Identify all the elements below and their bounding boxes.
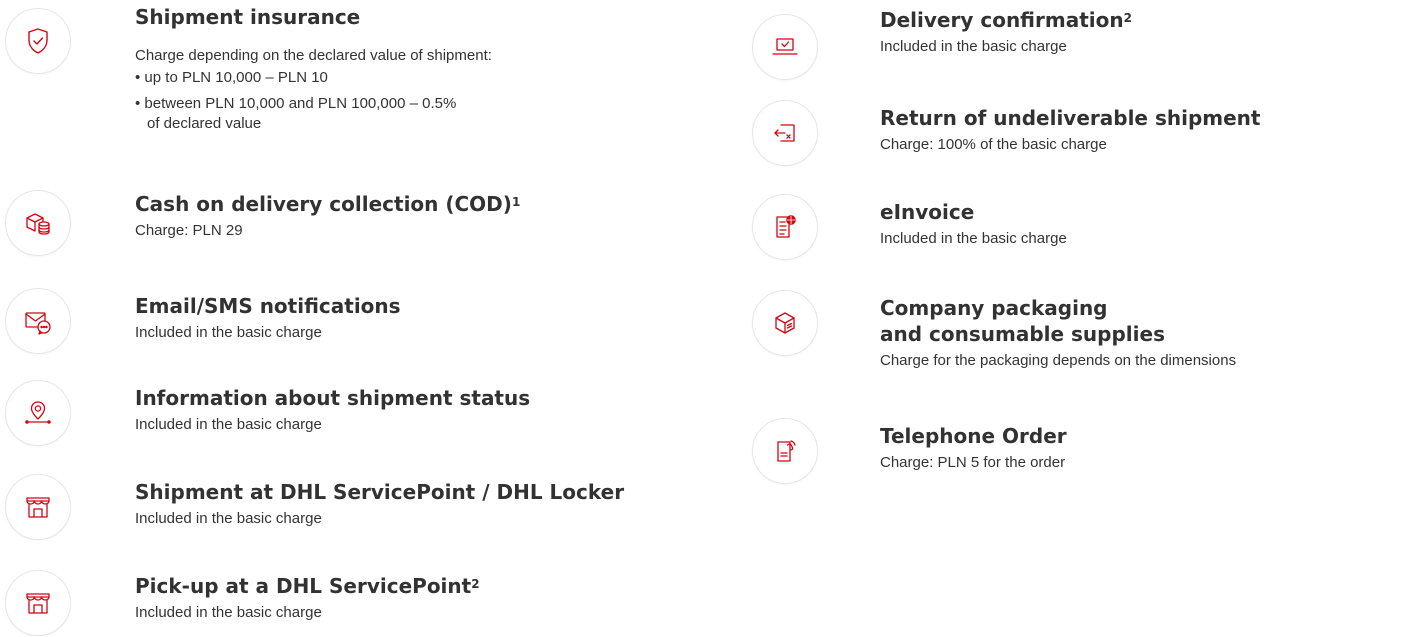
service-description: Included in the basic charge	[135, 416, 322, 433]
shield-check-icon	[5, 8, 71, 74]
email-chat-icon	[5, 288, 71, 354]
service-title: Return of undeliverable shipment	[880, 106, 1261, 130]
service-description: Charge for the packaging depends on the …	[880, 352, 1237, 369]
service-title: Telephone Order	[880, 424, 1067, 448]
storefront-icon	[5, 570, 71, 636]
telephone-order-icon	[752, 418, 818, 484]
footnote-marker: 1	[511, 195, 521, 209]
service-title: Delivery confirmation2	[880, 8, 1132, 32]
service-title-line-2: and consumable supplies	[880, 322, 1165, 346]
cod-package-coins-icon	[5, 190, 71, 256]
storefront-icon	[5, 474, 71, 540]
service-description: Charge: 100% of the basic charge	[880, 136, 1107, 153]
service-title: Cash on delivery collection (COD)1	[135, 192, 521, 216]
packaging-box-icon	[752, 290, 818, 356]
footnote-marker: 2	[471, 577, 480, 591]
service-list-item: of declared value	[147, 115, 262, 132]
laptop-check-icon	[752, 14, 818, 80]
service-title: Email/SMS notifications	[135, 294, 401, 318]
service-title: eInvoice	[880, 200, 975, 224]
service-title: Information about shipment status	[135, 386, 531, 410]
service-description: Charge: PLN 29	[135, 222, 243, 239]
einvoice-document-icon	[752, 194, 818, 260]
service-title: Pick-up at a DHL ServicePoint2	[135, 574, 480, 598]
service-list-item: • up to PLN 10,000 – PLN 10	[135, 69, 328, 86]
service-title: Shipment at DHL ServicePoint / DHL Locke…	[135, 480, 625, 504]
service-description: Included in the basic charge	[135, 604, 322, 621]
location-pin-icon	[5, 380, 71, 446]
service-list-item: • between PLN 10,000 and PLN 100,000 – 0…	[135, 95, 457, 112]
service-description: Included in the basic charge	[880, 230, 1067, 247]
service-title: Shipment insurance	[135, 5, 361, 29]
service-description: Included in the basic charge	[135, 324, 322, 341]
service-description: Charge depending on the declared value o…	[135, 47, 492, 64]
footnote-marker: 2	[1123, 11, 1132, 25]
service-description: Included in the basic charge	[135, 510, 322, 527]
return-arrow-icon	[752, 100, 818, 166]
service-title: Company packaging	[880, 296, 1108, 320]
service-description: Included in the basic charge	[880, 38, 1067, 55]
service-description: Charge: PLN 5 for the order	[880, 454, 1066, 471]
